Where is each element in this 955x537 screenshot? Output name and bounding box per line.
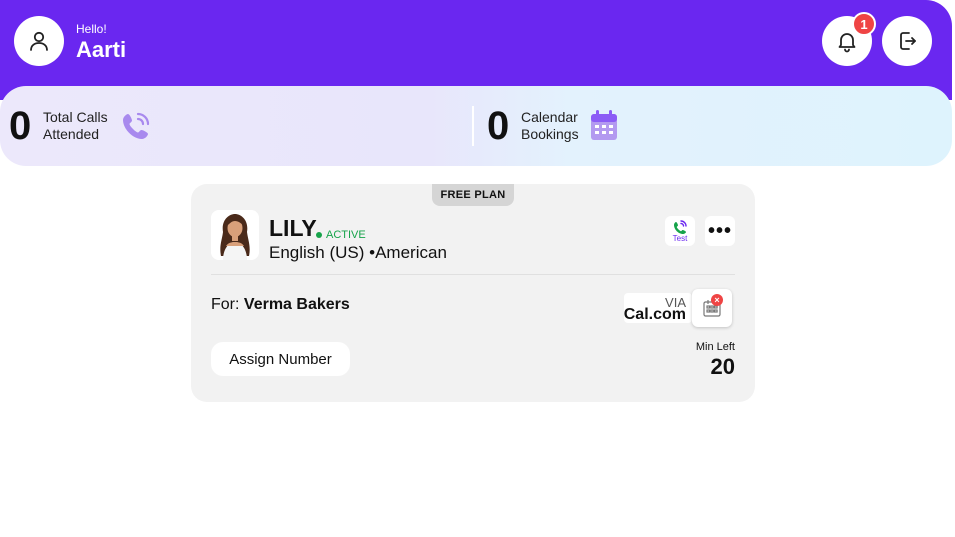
logout-icon	[900, 32, 916, 50]
plan-badge: FREE PLAN	[432, 184, 514, 206]
user-icon	[30, 31, 48, 51]
notification-count-badge: 1	[852, 12, 876, 36]
total-calls-value: 0	[9, 104, 32, 148]
test-label: Test	[672, 233, 688, 243]
agent-avatar	[211, 210, 259, 260]
calendar-bookings-value: 0	[487, 104, 510, 148]
phone-test-icon	[674, 219, 687, 234]
calcom-integration-label: VIA Cal.com	[624, 293, 692, 323]
card-divider	[211, 274, 735, 275]
logout-button[interactable]	[882, 16, 932, 66]
calcom-label: Cal.com	[623, 306, 686, 323]
app-header: Hello! Aarti 1	[0, 0, 952, 100]
status-dot	[316, 232, 322, 238]
agent-language: English (US) •American	[269, 243, 447, 262]
phone-call-icon	[123, 112, 150, 139]
status-text: ACTIVE	[326, 229, 366, 241]
stats-bar: 0 Total Calls Attended 0 Calendar Bookin…	[0, 86, 952, 166]
agent-name: LILY	[269, 215, 317, 241]
business-name: Verma Bakers	[243, 296, 350, 313]
calendar-bookings-label: Calendar Bookings	[521, 109, 579, 143]
min-left-value: 20	[710, 354, 735, 379]
agent-portrait-icon	[211, 210, 259, 260]
test-call-button[interactable]: Test	[665, 216, 695, 246]
min-left-label: Min Left	[695, 341, 735, 353]
for-prefix: For:	[211, 296, 240, 313]
total-calls-label-line1: Total Calls	[43, 109, 108, 125]
agent-card[interactable]: FREE PLAN LILY ACTIVE English (US) •Amer…	[191, 184, 755, 402]
business-line: For: Verma Bakers	[211, 296, 350, 314]
calendar-bookings-label-line1: Calendar	[521, 109, 578, 125]
calendar-bookings-label-line2: Bookings	[521, 126, 579, 142]
total-calls-label-line2: Attended	[43, 126, 100, 142]
more-options-button[interactable]: •••	[705, 216, 735, 246]
calendar-icon	[591, 110, 617, 140]
greeting-text: Hello!	[76, 22, 107, 36]
remove-integration-icon[interactable]: ×	[711, 294, 723, 306]
profile-avatar[interactable]	[14, 16, 64, 66]
user-name: Aarti	[76, 37, 127, 62]
agent-status: ACTIVE	[316, 229, 366, 241]
stats-divider	[472, 106, 474, 146]
assign-number-button[interactable]: Assign Number	[211, 342, 350, 376]
total-calls-label: Total Calls Attended	[43, 109, 108, 143]
